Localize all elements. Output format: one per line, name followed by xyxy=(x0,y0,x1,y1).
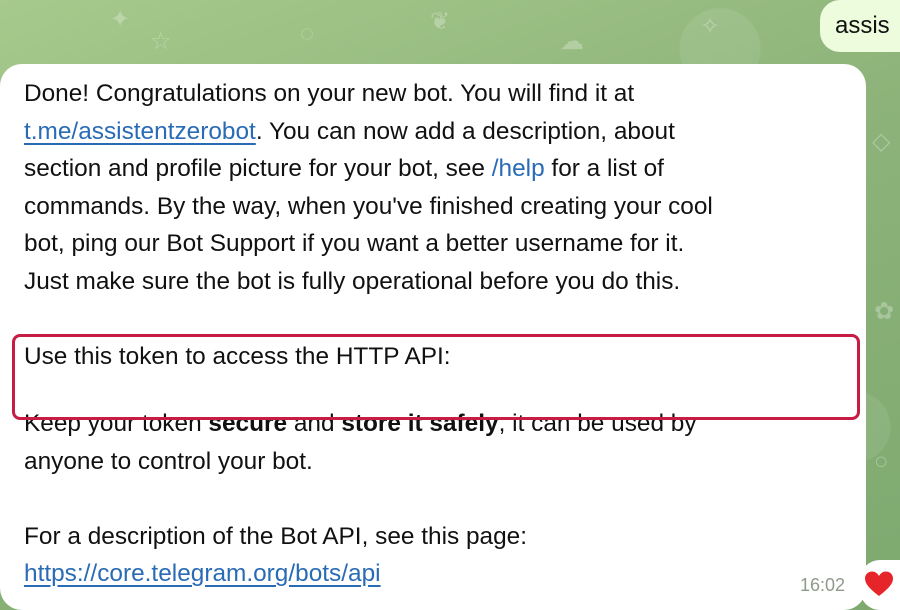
token-redacted-area xyxy=(24,375,846,405)
message-text: for a list of xyxy=(544,155,664,182)
bold-text: secure xyxy=(208,410,288,437)
bold-text: store it safely xyxy=(341,410,499,437)
message-line: anyone to control your bot. xyxy=(24,443,846,481)
message-line: https://core.telegram.org/bots/api xyxy=(24,555,846,593)
incoming-message-bubble[interactable]: Done! Congratulations on your new bot. Y… xyxy=(0,64,866,610)
message-text: commands. By the way, when you've finish… xyxy=(24,192,713,220)
message-line: Done! Congratulations on your new bot. Y… xyxy=(24,75,846,113)
message-text: bot, ping our Bot Support if you want a … xyxy=(24,230,685,257)
message-line: commands. By the way, when you've finish… xyxy=(24,188,846,226)
circle-doodle-icon: ○ xyxy=(874,448,889,475)
help-command-link[interactable]: /help xyxy=(492,155,545,182)
message-text: . You can now add a description, about xyxy=(255,117,675,145)
message-text: section and profile picture for your bot… xyxy=(24,155,492,182)
message-text: Just make sure the bot is fully operatio… xyxy=(24,267,681,295)
message-text: Keep your token xyxy=(24,410,209,437)
message-text: , it can be used by xyxy=(498,410,697,437)
message-text: and xyxy=(287,410,342,437)
doodle-icon: ✦ xyxy=(110,6,131,33)
heart-icon xyxy=(864,570,900,598)
diamond-doodle-icon: ◇ xyxy=(872,128,891,155)
flower-doodle-icon: ✿ xyxy=(874,298,895,325)
token-intro-text: Use this token to access the HTTP API: xyxy=(24,342,451,370)
token-intro-line: Use this token to access the HTTP API: xyxy=(24,338,846,376)
sparkle-doodle-icon: ✧ xyxy=(700,13,721,40)
circle-doodle-icon: ◌ xyxy=(300,20,315,47)
outgoing-message-bubble[interactable]: assis xyxy=(820,0,900,52)
message-text: For a description of the Bot API, see th… xyxy=(24,522,528,550)
outgoing-message-text: assis xyxy=(835,12,890,39)
star-doodle-icon: ☆ xyxy=(150,28,172,55)
message-line: bot, ping our Bot Support if you want a … xyxy=(24,225,846,263)
message-line: t.me/assistentzerobot. You can now add a… xyxy=(24,113,846,151)
message-line: Just make sure the bot is fully operatio… xyxy=(24,263,846,301)
message-text: anyone to control your bot. xyxy=(24,447,313,475)
message-timestamp: 16:02 xyxy=(800,575,846,595)
bot-link[interactable]: t.me/assistentzerobot xyxy=(24,118,256,145)
message-line: Keep your token secure and store it safe… xyxy=(24,405,846,443)
message-line: For a description of the Bot API, see th… xyxy=(24,518,846,556)
message-text: Done! Congratulations on your new bot. Y… xyxy=(24,80,635,107)
message-line: section and profile picture for your bot… xyxy=(24,150,846,188)
reaction-badge[interactable] xyxy=(860,560,900,610)
api-docs-link[interactable]: https://core.telegram.org/bots/api xyxy=(24,560,381,587)
cloud-doodle-icon: ☁ xyxy=(560,28,584,55)
leaf-doodle-icon: ❦ xyxy=(430,8,451,35)
